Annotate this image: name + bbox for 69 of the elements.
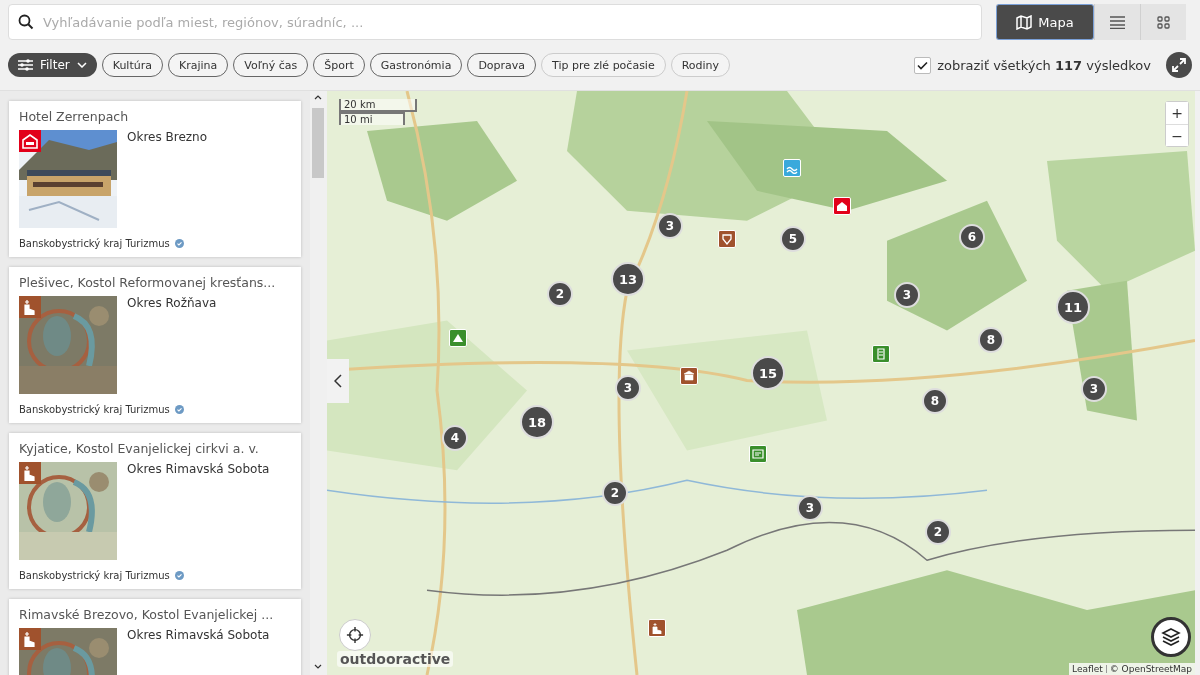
- expand-icon: [1172, 58, 1186, 72]
- author-label: Banskobystrický kraj Turizmus: [19, 404, 170, 415]
- fullscreen-button[interactable]: [1166, 52, 1192, 78]
- show-all-label: zobraziť všetkých 117 výsledkov: [937, 57, 1151, 73]
- board-icon: [752, 448, 764, 460]
- hotel-icon: [836, 200, 848, 212]
- result-title: Kyjatice, Kostol Evanjelickej cirkvi a. v.: [19, 441, 260, 456]
- poi-marker[interactable]: [449, 329, 467, 347]
- verified-icon: [174, 405, 184, 414]
- search-field[interactable]: Vyhľadávanie podľa miest, regiónov, súradníc, ...: [8, 4, 982, 40]
- poi-marker[interactable]: [680, 367, 698, 385]
- category-chip[interactable]: Voľný čas: [233, 53, 309, 77]
- scrollbar-thumb[interactable]: [312, 108, 324, 178]
- search-icon: [18, 14, 34, 30]
- district-label: Okres Rožňava: [127, 296, 217, 312]
- map-view-tab[interactable]: Mapa: [996, 4, 1094, 40]
- scale-bar: 20 km: [339, 99, 417, 112]
- outdooractive-logo: outdooractive: [337, 651, 454, 667]
- church-icon: [651, 622, 663, 634]
- poi-marker[interactable]: [872, 345, 890, 363]
- scale-bar: 10 mi: [339, 112, 405, 125]
- result-title: Rimavské Brezovo, Kostol Evanjelickej ...: [19, 607, 275, 622]
- category-chip[interactable]: Rodiny: [670, 53, 731, 77]
- scroll-up-icon[interactable]: [314, 95, 322, 100]
- verified-icon: [174, 571, 184, 580]
- hotel-icon: [19, 130, 41, 152]
- category-chip[interactable]: Gastronómia: [369, 53, 463, 77]
- chevron-left-icon: [334, 374, 342, 388]
- leaflet-link[interactable]: Leaflet: [1072, 664, 1103, 674]
- author-label: Banskobystrický kraj Turizmus: [19, 238, 170, 249]
- author-label: Banskobystrický kraj Turizmus: [19, 570, 170, 581]
- chevron-down-icon: [76, 62, 87, 68]
- church-icon: [19, 628, 41, 650]
- district-label: Okres Brezno: [127, 130, 208, 146]
- result-title: Hotel Zerrenpach: [19, 109, 130, 124]
- poi-marker[interactable]: [718, 230, 736, 248]
- attribution-text: © OpenStreetMap: [1109, 664, 1192, 674]
- verified-icon: [174, 239, 184, 248]
- result-title: Plešivec, Kostol Reformovanej kresťans...: [19, 275, 277, 290]
- result-card[interactable]: Plešivec, Kostol Reformovanej kresťans... Okres Rožňava Banskobystrický kraj Turizmus: [9, 267, 301, 423]
- result-card[interactable]: Rimavské Brezovo, Kostol Evanjelickej ... Okres Rimavská Sobota: [9, 599, 301, 675]
- collapse-panel-button[interactable]: [327, 359, 349, 403]
- checkmark-icon: [917, 60, 929, 70]
- grid-icon: [1157, 15, 1170, 29]
- category-chip[interactable]: Krajina: [167, 53, 229, 77]
- result-card[interactable]: Kyjatice, Kostol Evanjelickej cirkvi a. v. Okres Rimavská Sobota Banskobystrický kraj Turizmus: [9, 433, 301, 589]
- map-icon: [1016, 14, 1033, 30]
- sliders-icon: [18, 59, 33, 71]
- church-marker[interactable]: [648, 619, 666, 637]
- layers-icon: [1161, 627, 1181, 647]
- category-chip[interactable]: Šport: [313, 53, 365, 77]
- zoom-out-button[interactable]: −: [1166, 124, 1188, 146]
- category-chip[interactable]: Kultúra: [101, 53, 163, 77]
- church-icon: [19, 296, 41, 318]
- checkbox[interactable]: [914, 56, 932, 74]
- house-marker[interactable]: [833, 197, 851, 215]
- poi-marker[interactable]: [783, 159, 801, 177]
- filter-button[interactable]: Filter: [8, 53, 97, 77]
- church-icon: [19, 462, 41, 484]
- district-label: Okres Rimavská Sobota: [127, 462, 270, 478]
- sign-icon: [875, 348, 887, 360]
- scroll-down-icon[interactable]: [314, 664, 322, 669]
- category-chip[interactable]: Tip pre zlé počasie: [541, 53, 666, 77]
- list-icon: [1110, 15, 1125, 29]
- district-label: Okres Rimavská Sobota: [127, 628, 270, 644]
- crosshair-icon: [346, 625, 364, 645]
- poi-marker[interactable]: [749, 445, 767, 463]
- result-card[interactable]: Hotel Zerrenpach Okres Brezno Banskobystrický kraj Turizmus: [9, 101, 301, 257]
- category-chip[interactable]: Doprava: [467, 53, 537, 77]
